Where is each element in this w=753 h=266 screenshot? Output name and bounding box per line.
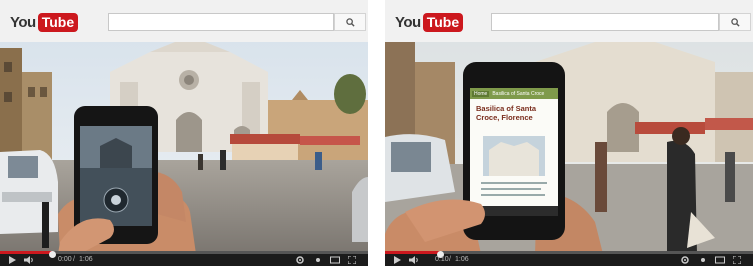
youtube-logo[interactable]: You Tube: [10, 11, 79, 33]
phone-back-button[interactable]: Home: [472, 90, 490, 97]
cc-icon[interactable]: [314, 256, 322, 264]
player-controls: 0:10 / 1:06: [385, 251, 753, 266]
progress-fill: [385, 251, 441, 254]
search-button[interactable]: [334, 13, 366, 31]
theater-icon[interactable]: [330, 256, 340, 264]
search-input[interactable]: [108, 13, 334, 31]
fullscreen-icon[interactable]: [348, 256, 356, 264]
search-input[interactable]: [491, 13, 719, 31]
youtube-player-left: You Tube 0:00 / 1:06: [0, 0, 368, 266]
settings-icon[interactable]: [681, 256, 689, 264]
youtube-logo[interactable]: You Tube: [395, 11, 464, 33]
time-total: 1:06: [455, 256, 469, 263]
play-icon[interactable]: [8, 256, 16, 264]
volume-icon[interactable]: [409, 256, 419, 264]
theater-icon[interactable]: [715, 256, 725, 264]
time-current: 0:00: [58, 256, 72, 263]
phone-nav-title: Basilica of Santa Croce: [492, 90, 545, 97]
scrubber-handle[interactable]: [48, 251, 56, 258]
video-frame[interactable]: [0, 42, 368, 254]
settings-icon[interactable]: [296, 256, 304, 264]
logo-you-text: You: [395, 13, 421, 31]
progress-fill: [0, 251, 52, 254]
video-frame[interactable]: Home Basilica of Santa Croce Basilica of…: [385, 42, 753, 254]
search-icon: [345, 17, 355, 27]
youtube-header: You Tube: [0, 0, 368, 42]
video-scene-phone-app: [385, 42, 753, 254]
logo-tube-text: Tube: [37, 12, 79, 32]
search-button[interactable]: [719, 13, 751, 31]
player-controls: 0:00 / 1:06: [0, 251, 368, 266]
play-icon[interactable]: [393, 256, 401, 264]
phone-article-title: Basilica of Santa Croce, Florence: [476, 104, 537, 122]
logo-you-text: You: [10, 13, 36, 31]
cc-icon[interactable]: [699, 256, 707, 264]
time-total: 1:06: [79, 256, 93, 263]
youtube-player-right: You Tube Home Basilica of Santa Croce Ba…: [385, 0, 753, 266]
time-separator: /: [73, 256, 75, 263]
volume-icon[interactable]: [24, 256, 34, 264]
time-separator: /: [449, 256, 451, 263]
youtube-header: You Tube: [385, 0, 753, 42]
fullscreen-icon[interactable]: [733, 256, 741, 264]
logo-tube-text: Tube: [422, 12, 464, 32]
phone-app-navbar: Home Basilica of Santa Croce: [470, 88, 558, 99]
video-scene-piazza-santa-croce: [0, 42, 368, 254]
search-icon: [730, 17, 740, 27]
time-current: 0:10: [435, 256, 449, 263]
